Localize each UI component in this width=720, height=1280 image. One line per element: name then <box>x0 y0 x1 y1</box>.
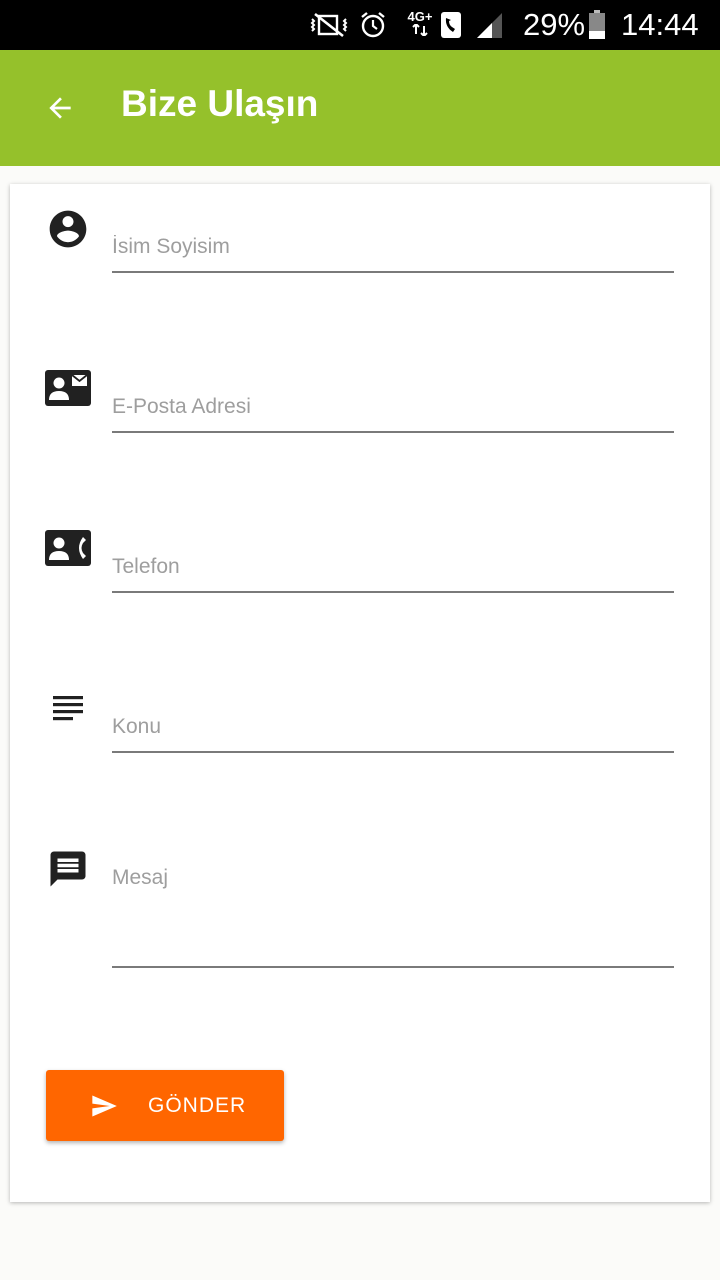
message-input[interactable] <box>112 864 674 968</box>
battery-icon <box>586 0 608 50</box>
subject-input[interactable] <box>112 702 674 753</box>
send-button[interactable]: GÖNDER <box>46 1070 284 1141</box>
battery-percent: 29% <box>523 7 586 42</box>
contact-phone-icon <box>43 524 93 574</box>
arrow-back-icon <box>49 97 71 119</box>
message-field-row <box>10 824 710 974</box>
subject-icon <box>43 684 93 734</box>
clock: 14:44 <box>621 7 699 42</box>
alarm-icon <box>356 0 390 50</box>
page-title: Bize Ulaşın <box>121 83 319 124</box>
name-field-row <box>10 184 710 284</box>
subject-field-row <box>10 664 710 764</box>
call-icon <box>438 0 464 50</box>
phone-field-row <box>10 504 710 604</box>
contact-mail-icon <box>43 364 93 414</box>
back-button[interactable] <box>28 76 92 140</box>
mute-vibrate-icon <box>306 0 352 50</box>
network-4g-icon: 4G+ <box>402 0 438 50</box>
send-button-label: GÖNDER <box>148 1094 247 1117</box>
email-field-row <box>10 344 710 444</box>
signal-icon <box>472 0 506 50</box>
message-icon <box>43 844 93 894</box>
send-icon <box>92 1095 117 1117</box>
email-input[interactable] <box>112 382 674 433</box>
account-circle-icon <box>43 204 93 254</box>
name-input[interactable] <box>112 222 674 273</box>
phone-input[interactable] <box>112 542 674 593</box>
contact-form-card: GÖNDER <box>10 184 710 1202</box>
app-bar: Bize Ulaşın <box>0 50 720 166</box>
status-bar: 4G+ 29% 14:44 <box>0 0 720 50</box>
network-type-label: 4G+ <box>407 9 433 24</box>
